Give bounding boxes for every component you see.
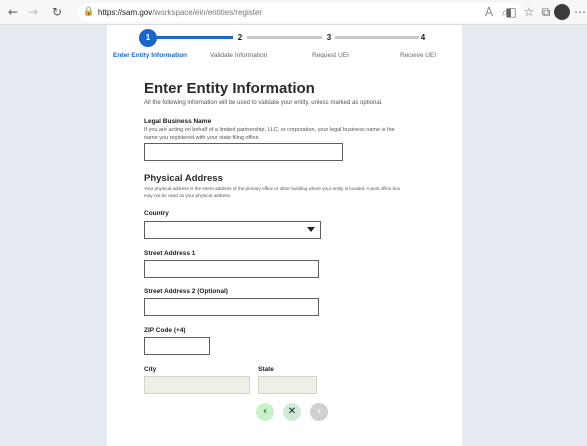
step-connector-2 [247,36,322,39]
refresh-icon[interactable]: ↻ [48,3,66,21]
step-1-label: Enter Entity Information [113,52,188,59]
street1-label: Street Address 1 [144,250,196,257]
legal-name-help: If you are acting on behalf of a limited… [144,127,395,141]
state-input [258,376,317,394]
country-label: Country [144,210,169,217]
step-3-label: Request UEI [312,52,349,59]
city-label: City [144,366,157,373]
more-icon[interactable]: ⋯ [571,3,587,21]
back-icon[interactable]: ← [4,3,22,21]
city-input [144,376,250,394]
favorites-icon[interactable]: ☆ [520,3,538,21]
country-select[interactable] [144,221,321,239]
cancel-button[interactable]: ✕ [283,403,301,421]
collections-icon[interactable]: ⧉ [537,3,555,21]
legal-name-label: Legal Business Name [144,118,212,125]
legal-name-input[interactable] [144,143,343,161]
forward-icon[interactable]: → [24,3,42,21]
address-bar[interactable]: 🔒 https://sam.gov/workspace/ein/entities… [78,3,523,22]
state-label: State [258,366,274,373]
physical-address-heading: Physical Address [144,173,223,184]
street2-input[interactable] [144,298,319,316]
step-1-circle: 1 [139,29,157,47]
step-4-label: Receive UEI [400,52,437,59]
street2-label: Street Address 2 (Optional) [144,288,228,295]
url-text: https://sam.gov/workspace/ein/entities/r… [98,5,262,20]
step-2-circle: 2 [237,33,243,42]
page-intro: All the following information will be us… [144,100,383,106]
back-button[interactable]: ‹ [256,403,274,421]
lock-icon: 🔒 [83,7,95,17]
zip-label: ZIP Code (+4) [144,327,186,334]
step-3-circle: 3 [326,33,332,42]
step-connector-3 [335,36,419,39]
registration-card: 1 2 3 4 Enter Entity Information Validat… [107,25,462,446]
page-title: Enter Entity Information [144,80,315,97]
street1-input[interactable] [144,260,319,278]
browser-toolbar: ← → ↻ 🔒 https://sam.gov/workspace/ein/en… [0,0,587,25]
step-2-label: Validate Information [210,52,268,59]
profile-avatar[interactable] [554,4,570,20]
chevron-down-icon [307,227,315,232]
step-connector-1 [155,36,233,39]
next-button[interactable]: › [310,403,328,421]
step-4-circle: 4 [420,33,426,42]
physical-address-help: Your physical address is the street addr… [144,186,401,198]
extension-icon[interactable]: ◧ [502,3,520,21]
url-path: /workspace/ein/entities/register [152,8,263,17]
url-host: https://sam.gov [98,8,153,17]
zip-input[interactable] [144,337,210,355]
